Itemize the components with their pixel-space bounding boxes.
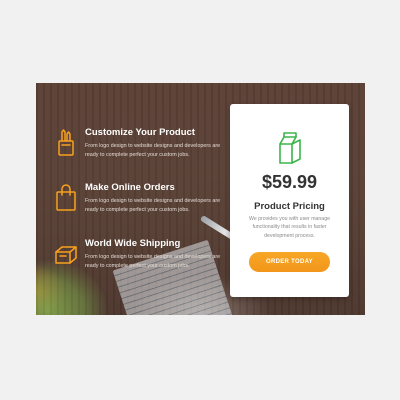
feature-description: From logo design to website designs and …	[85, 198, 221, 213]
feature-shipping: World Wide Shipping From logo design to …	[36, 238, 226, 278]
pricing-card: $59.99 Product Pricing We provides you w…	[230, 104, 349, 297]
feature-description: From logo design to website designs and …	[85, 143, 221, 158]
pricing-heading: Product Pricing	[254, 201, 325, 212]
milk-carton-icon	[279, 132, 301, 164]
feature-description: From logo design to website designs and …	[85, 254, 221, 269]
feature-orders: Make Online Orders From logo design to w…	[36, 182, 226, 222]
pencil-cup-icon	[58, 129, 74, 156]
shipping-box-icon	[55, 246, 77, 264]
feature-title: World Wide Shipping	[85, 238, 181, 249]
shopping-bag-icon	[56, 184, 76, 211]
feature-title: Customize Your Product	[85, 127, 195, 138]
feature-customize: Customize Your Product From logo design …	[36, 127, 226, 167]
price-value: $59.99	[261, 172, 318, 192]
order-today-button[interactable]: ORDER TODAY	[249, 252, 330, 272]
pricing-description: We provides you with user manage functio…	[249, 216, 330, 239]
feature-title: Make Online Orders	[85, 182, 175, 193]
